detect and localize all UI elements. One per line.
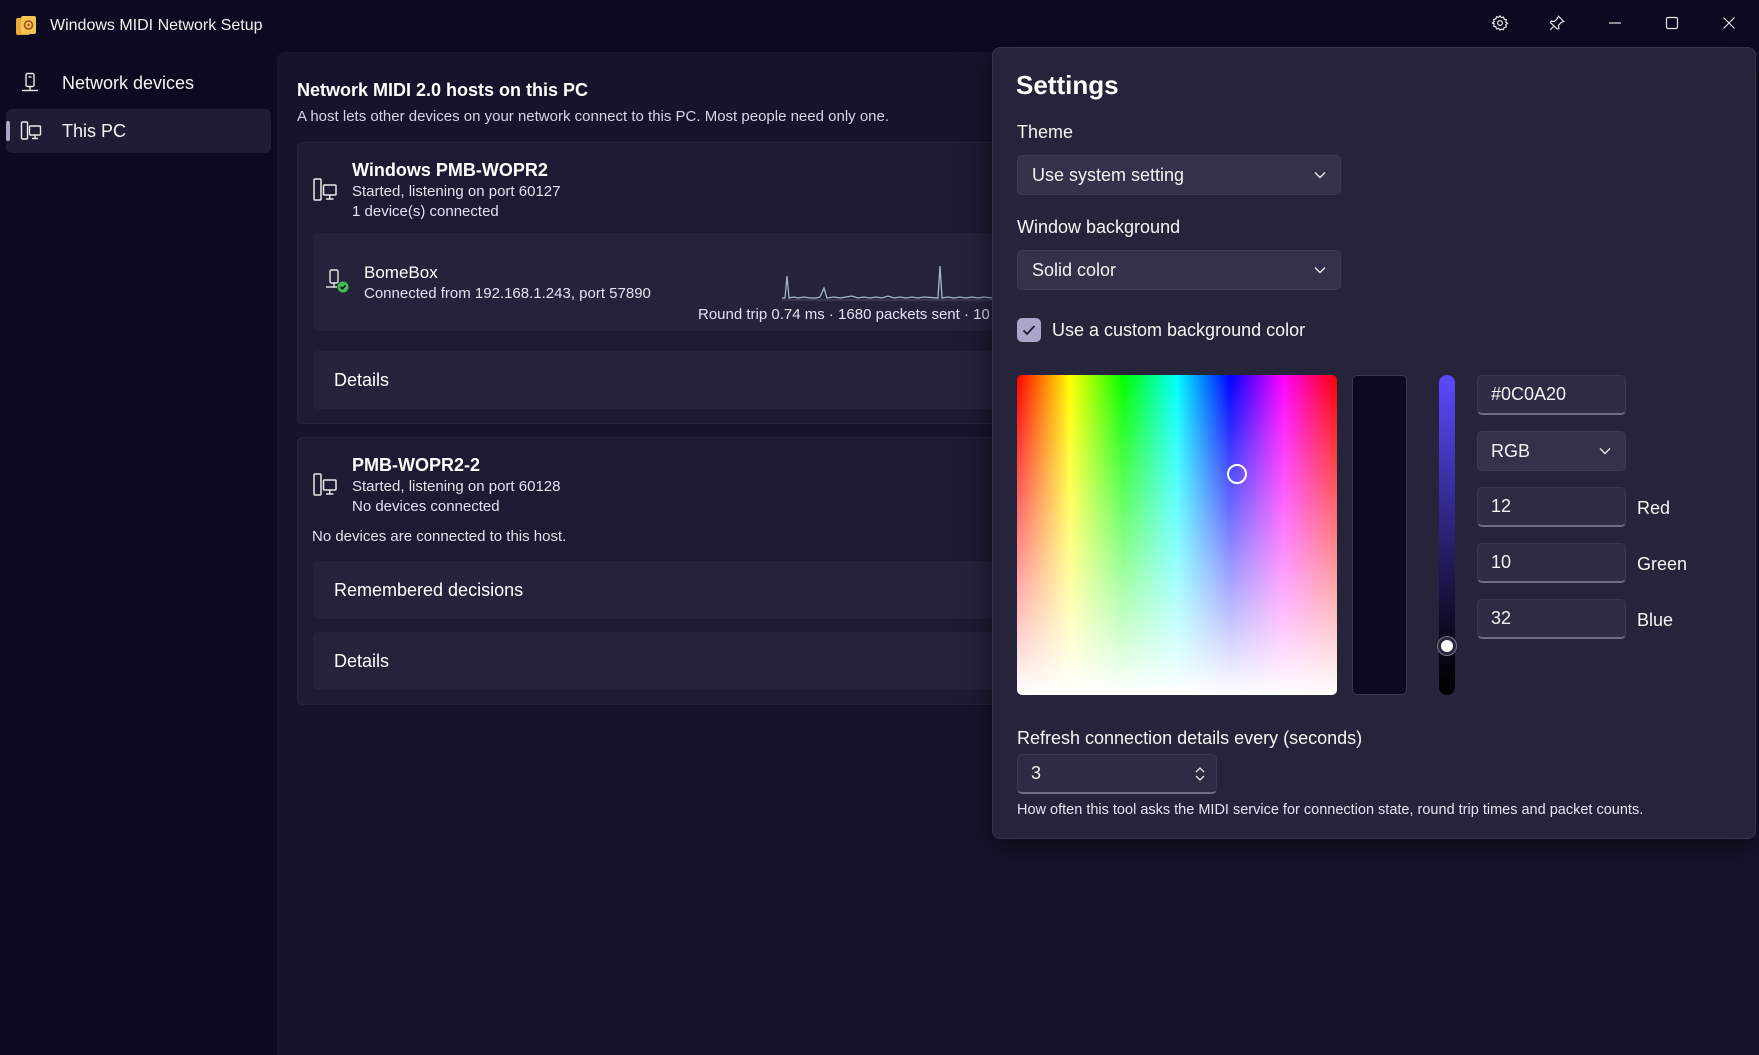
red-value: 12 xyxy=(1491,496,1512,516)
settings-button[interactable] xyxy=(1474,4,1526,42)
gear-icon xyxy=(1491,14,1509,31)
round-trip-sparkline xyxy=(782,265,992,301)
remembered-decisions-expander[interactable]: Remembered decisions xyxy=(313,561,1017,619)
sidebar-item-this-pc[interactable]: This PC xyxy=(6,109,271,153)
red-input[interactable]: 12 xyxy=(1477,487,1626,527)
maximize-icon xyxy=(1665,16,1679,30)
blue-input[interactable]: 32 xyxy=(1477,599,1626,639)
host-connections: No devices connected xyxy=(352,498,500,515)
pc-icon xyxy=(20,120,42,142)
green-label: Green xyxy=(1637,554,1688,574)
selection-indicator xyxy=(6,121,10,141)
theme-value: Use system setting xyxy=(1032,164,1185,185)
theme-dropdown[interactable]: Use system setting xyxy=(1017,155,1341,195)
close-icon xyxy=(1723,17,1735,29)
host-status: Started, listening on port 60127 xyxy=(352,183,561,200)
chevron-down-icon xyxy=(1314,172,1326,179)
custom-color-label: Use a custom background color xyxy=(1052,320,1306,340)
color-mode-value: RGB xyxy=(1491,440,1531,461)
checkmark-icon xyxy=(1022,325,1036,336)
green-value: 10 xyxy=(1491,552,1512,572)
host-status: Started, listening on port 60128 xyxy=(352,478,561,495)
spin-up-down-icon[interactable] xyxy=(1194,766,1206,782)
pin-icon xyxy=(1549,15,1565,31)
host-name: PMB-WOPR2-2 xyxy=(352,455,481,475)
host-name: Windows PMB-WOPR2 xyxy=(352,160,548,180)
sidebar-item-network-devices[interactable]: Network devices xyxy=(6,61,271,105)
app-icon xyxy=(15,15,37,37)
window-title: Windows MIDI Network Setup xyxy=(50,17,263,34)
chevron-down-icon xyxy=(1599,448,1611,455)
details-label: Details xyxy=(334,369,390,390)
minimize-icon xyxy=(1609,22,1621,24)
refresh-number-box[interactable]: 3 xyxy=(1017,754,1217,794)
color-spectrum[interactable] xyxy=(1017,375,1337,695)
red-label: Red xyxy=(1637,498,1671,518)
window-background-value: Solid color xyxy=(1032,259,1117,280)
device-name: BomeBox xyxy=(364,263,438,282)
sidebar-item-label: This PC xyxy=(62,120,127,141)
blue-label: Blue xyxy=(1637,610,1674,630)
hex-value: #0C0A20 xyxy=(1491,384,1567,404)
close-button[interactable] xyxy=(1703,4,1755,42)
custom-color-checkbox[interactable] xyxy=(1017,318,1041,342)
network-device-icon xyxy=(20,72,42,94)
details-expander[interactable]: Details xyxy=(313,632,1017,690)
host-connections: 1 device(s) connected xyxy=(352,203,499,220)
device-connected-icon xyxy=(324,268,350,299)
color-value-slider-thumb[interactable] xyxy=(1438,637,1456,655)
theme-label: Theme xyxy=(1017,122,1074,142)
refresh-value: 3 xyxy=(1031,763,1042,783)
hex-input[interactable]: #0C0A20 xyxy=(1477,375,1626,415)
host-icon xyxy=(312,472,338,503)
green-input[interactable]: 10 xyxy=(1477,543,1626,583)
minimize-button[interactable] xyxy=(1589,4,1641,42)
no-devices-message: No devices are connected to this host. xyxy=(312,528,567,545)
device-stats: Round trip 0.74 ms · 1680 packets sent ·… xyxy=(698,306,989,323)
refresh-label: Refresh connection details every (second… xyxy=(1017,728,1363,748)
window-background-label: Window background xyxy=(1017,217,1181,237)
blue-value: 32 xyxy=(1491,608,1512,628)
page-description: A host lets other devices on your networ… xyxy=(297,108,890,125)
color-mode-dropdown[interactable]: RGB xyxy=(1477,431,1626,471)
pin-button[interactable] xyxy=(1531,4,1583,42)
details-expander[interactable]: Details xyxy=(313,351,1017,409)
chevron-down-icon xyxy=(1314,267,1326,274)
maximize-button[interactable] xyxy=(1646,4,1698,42)
details-label: Details xyxy=(334,650,390,671)
page-title: Network MIDI 2.0 hosts on this PC xyxy=(297,80,589,100)
remembered-decisions-label: Remembered decisions xyxy=(334,579,524,600)
refresh-help: How often this tool asks the MIDI servic… xyxy=(1017,802,1644,818)
device-connected-from: Connected from 192.168.1.243, port 57890 xyxy=(364,285,651,302)
host-icon xyxy=(312,177,338,208)
settings-title: Settings xyxy=(1016,70,1119,100)
sidebar-item-label: Network devices xyxy=(62,72,195,93)
window-background-dropdown[interactable]: Solid color xyxy=(1017,250,1341,290)
color-preview xyxy=(1352,375,1407,695)
color-spectrum-selector[interactable] xyxy=(1227,464,1247,484)
